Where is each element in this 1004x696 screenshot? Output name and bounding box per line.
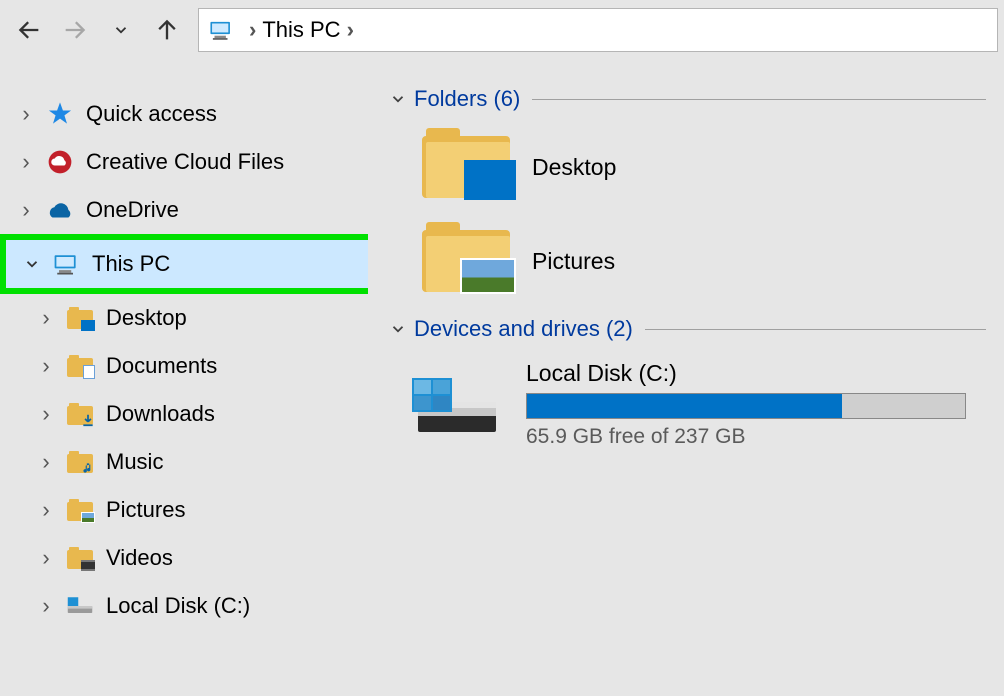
section-title: Folders (6) (414, 86, 520, 112)
this-pc-icon (50, 248, 82, 280)
nav-label: Music (106, 449, 163, 475)
breadcrumb-separator[interactable]: › (347, 17, 354, 43)
expand-icon[interactable]: › (34, 449, 58, 475)
folder-pictures[interactable]: Pictures (422, 222, 986, 300)
nav-label: Videos (106, 545, 173, 571)
expand-icon[interactable]: › (34, 497, 58, 523)
star-icon (44, 98, 76, 130)
chevron-down-icon (386, 320, 410, 338)
nav-label: Pictures (106, 497, 185, 523)
nav-this-pc[interactable]: This PC (6, 240, 368, 288)
nav-quick-access[interactable]: › Quick access (0, 90, 368, 138)
nav-label: Downloads (106, 401, 215, 427)
drive-local-disk[interactable]: Local Disk (C:) 65.9 GB free of 237 GB (412, 360, 986, 449)
nav-label: This PC (92, 251, 170, 277)
up-button[interactable] (144, 7, 190, 53)
section-folders-header[interactable]: Folders (6) (386, 86, 986, 112)
arrow-left-icon (15, 16, 43, 44)
expand-icon[interactable]: › (34, 305, 58, 331)
nav-music[interactable]: › Music (0, 438, 368, 486)
folder-pictures-icon (422, 222, 512, 300)
onedrive-icon (44, 194, 76, 226)
expand-icon[interactable]: › (34, 401, 58, 427)
breadcrumb-separator: › (249, 17, 256, 43)
nav-pictures[interactable]: › Pictures (0, 486, 368, 534)
storage-bar-fill (527, 394, 842, 418)
arrow-up-icon (153, 16, 181, 44)
folder-label: Pictures (532, 248, 615, 275)
chevron-down-icon (386, 90, 410, 108)
drive-icon (412, 372, 504, 438)
expand-icon[interactable]: › (34, 545, 58, 571)
creative-cloud-icon (44, 146, 76, 178)
expand-icon[interactable]: › (34, 593, 58, 619)
section-drives-header[interactable]: Devices and drives (2) (386, 316, 986, 342)
forward-button[interactable] (52, 7, 98, 53)
chevron-down-icon (112, 21, 130, 39)
nav-local-disk[interactable]: › Local Disk (C:) (0, 582, 368, 630)
nav-label: OneDrive (86, 197, 179, 223)
nav-downloads[interactable]: › Downloads (0, 390, 368, 438)
this-pc-icon (207, 16, 235, 44)
divider (645, 329, 986, 330)
nav-videos[interactable]: › Videos (0, 534, 368, 582)
expand-icon[interactable]: › (34, 353, 58, 379)
nav-label: Creative Cloud Files (86, 149, 284, 175)
expand-icon[interactable]: › (14, 149, 38, 175)
folder-downloads-icon (64, 398, 96, 430)
address-bar[interactable]: › This PC › (198, 8, 998, 52)
nav-label: Documents (106, 353, 217, 379)
nav-documents[interactable]: › Documents (0, 342, 368, 390)
folder-desktop[interactable]: Desktop (422, 128, 986, 206)
expand-icon[interactable]: › (14, 197, 38, 223)
drive-icon (64, 590, 96, 622)
nav-label: Local Disk (C:) (106, 593, 250, 619)
drive-free-text: 65.9 GB free of 237 GB (526, 425, 986, 449)
folder-documents-icon (64, 350, 96, 382)
breadcrumb-item[interactable]: This PC (262, 17, 340, 43)
drive-name: Local Disk (C:) (526, 360, 986, 387)
folder-label: Desktop (532, 154, 616, 181)
nav-creative-cloud[interactable]: › Creative Cloud Files (0, 138, 368, 186)
nav-label: Quick access (86, 101, 217, 127)
folder-music-icon (64, 446, 96, 478)
arrow-right-icon (61, 16, 89, 44)
folder-videos-icon (64, 542, 96, 574)
back-button[interactable] (6, 7, 52, 53)
expand-icon[interactable]: › (14, 101, 38, 127)
nav-onedrive[interactable]: › OneDrive (0, 186, 368, 234)
nav-label: Desktop (106, 305, 187, 331)
navigation-toolbar: › This PC › (0, 0, 1004, 60)
collapse-icon[interactable] (20, 255, 44, 273)
divider (532, 99, 986, 100)
folder-desktop-icon (422, 128, 512, 206)
storage-bar (526, 393, 966, 419)
recent-locations-button[interactable] (98, 7, 144, 53)
content-pane: Folders (6) Desktop Pictures Devices and… (368, 60, 1004, 696)
section-title: Devices and drives (2) (414, 316, 633, 342)
navigation-pane: › Quick access › Creative Cloud Files › … (0, 60, 368, 696)
folder-pictures-icon (64, 494, 96, 526)
folder-desktop-icon (64, 302, 96, 334)
nav-desktop[interactable]: › Desktop (0, 294, 368, 342)
